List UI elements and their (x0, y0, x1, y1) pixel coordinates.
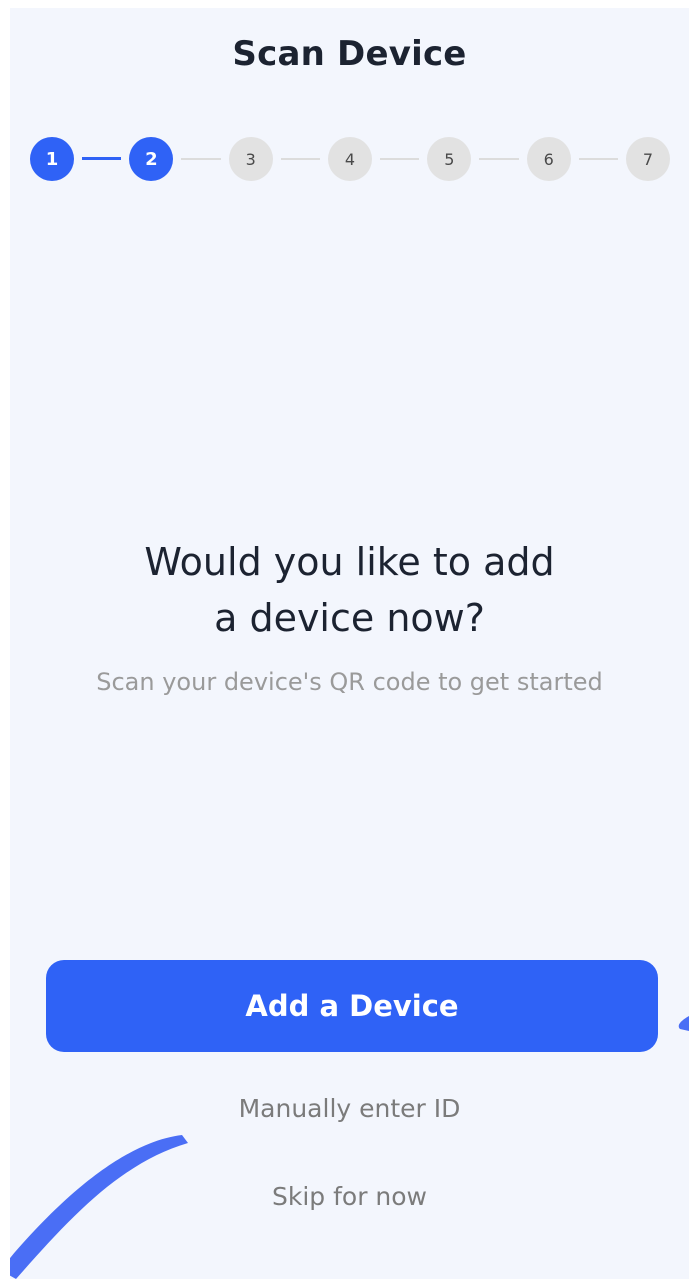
prompt-heading-line-2: a device now? (214, 596, 485, 640)
step-connector-4 (380, 158, 420, 160)
step-indicator-2: 2 (129, 137, 174, 181)
skip-link[interactable]: Skip for now (10, 1182, 689, 1211)
page-title: Scan Device (232, 34, 467, 74)
add-device-button[interactable]: Add a Device (46, 960, 658, 1052)
prompt-heading: Would you like to add a device now? (10, 534, 689, 646)
step-indicator-4: 4 (328, 137, 372, 181)
manual-entry-link[interactable]: Manually enter ID (10, 1094, 689, 1123)
step-indicator-7: 7 (626, 137, 670, 181)
step-connector-6 (578, 158, 618, 160)
prompt-heading-line-1: Would you like to add (144, 540, 555, 584)
prompt-subtitle: Scan your device's QR code to get starte… (96, 668, 603, 696)
progress-stepper: 1 2 3 4 5 6 7 (30, 137, 670, 181)
step-indicator-1: 1 (30, 137, 74, 181)
step-indicator-5: 5 (427, 137, 472, 181)
onboarding-screen: Scan Device 1 2 3 4 5 6 7 Would you like to ad… (10, 8, 689, 1279)
step-connector-5 (479, 158, 519, 160)
step-connector-3 (280, 158, 320, 160)
step-indicator-3: 3 (228, 137, 273, 181)
step-connector-1 (82, 157, 122, 160)
step-indicator-6: 6 (526, 137, 571, 181)
step-connector-2 (181, 158, 221, 160)
right-swoosh-icon (678, 1016, 689, 1031)
